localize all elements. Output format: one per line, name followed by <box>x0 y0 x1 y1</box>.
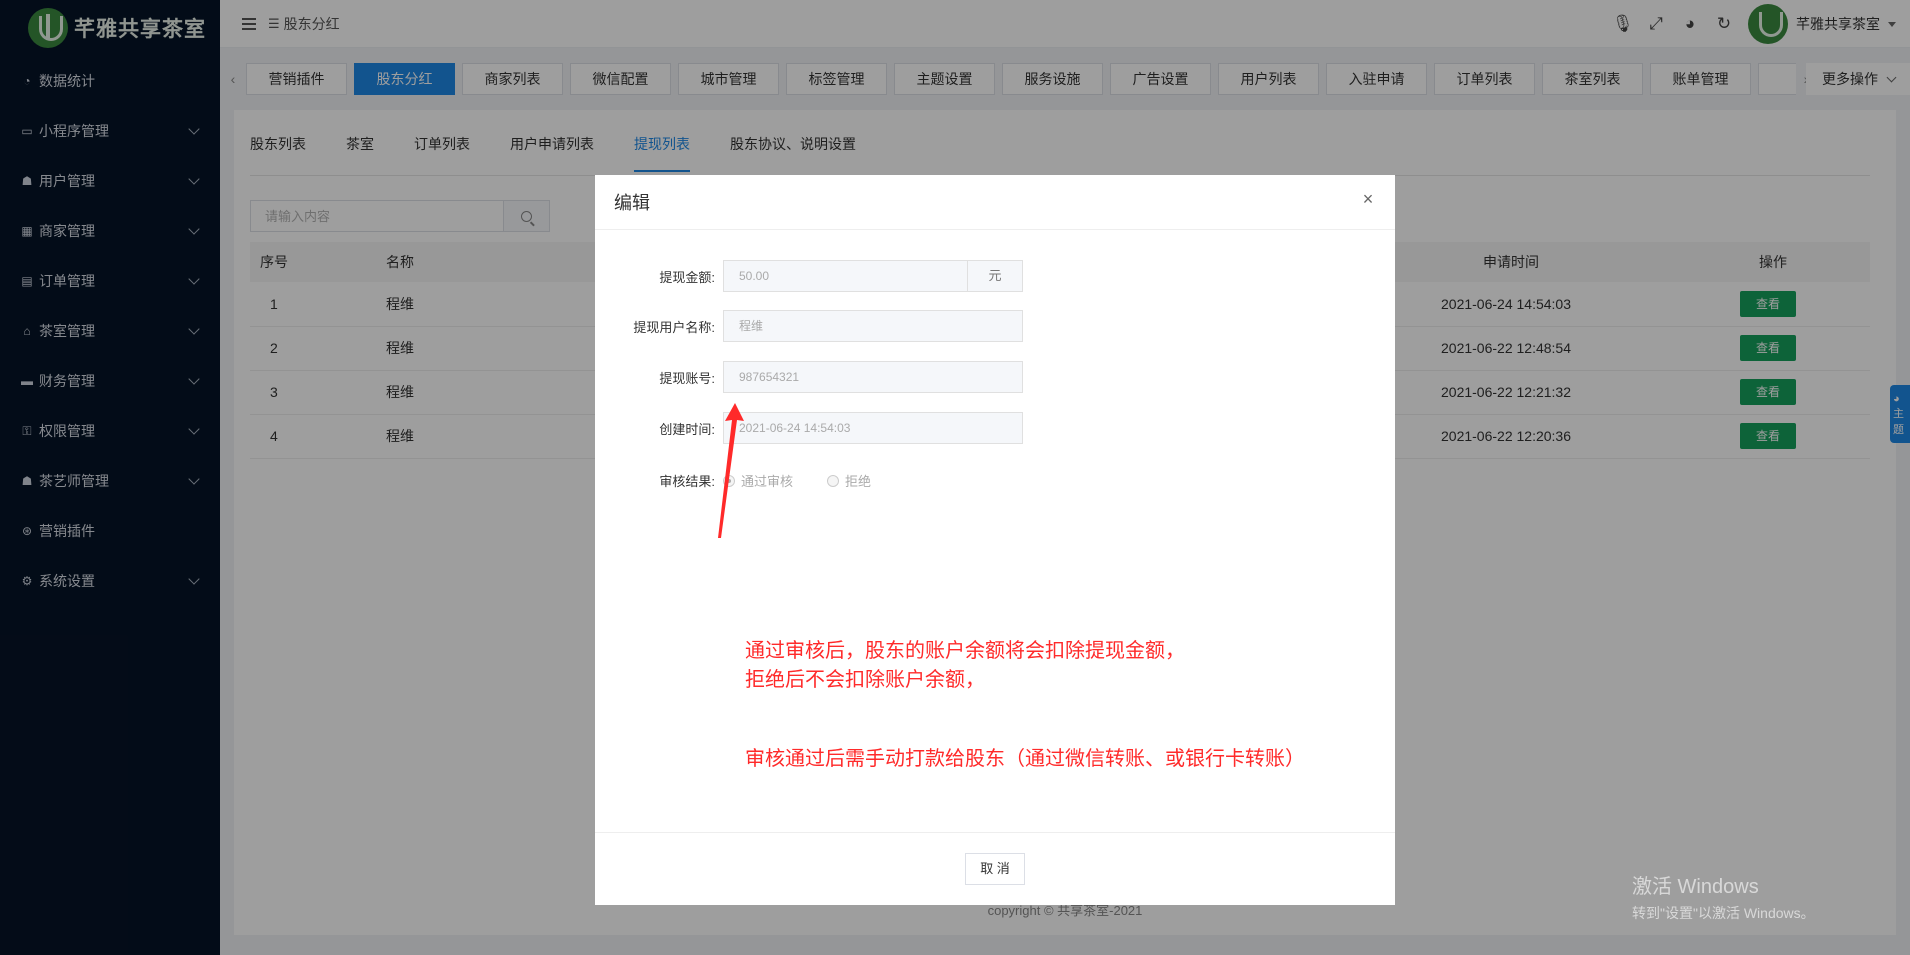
radio-reject-label[interactable]: 拒绝 <box>845 471 871 490</box>
modal-footer: 取 消 <box>595 832 1395 905</box>
annotation-line-2: 拒绝后不会扣除账户余额， <box>745 669 985 691</box>
radio-reject[interactable] <box>827 474 840 487</box>
username-row: 提现用户名称: 程维 <box>595 310 1023 342</box>
windows-watermark: 激活 Windows 转到"设置"以激活 Windows。 <box>1632 870 1815 923</box>
amount-input[interactable]: 50.00 <box>723 260 968 292</box>
edit-modal: 编辑 × 提现金额: 50.00 元 提现用户名称: 程维 提现账号: 9876… <box>595 175 1395 905</box>
annotation-arrow <box>718 403 744 538</box>
radio-approve-label[interactable]: 通过审核 <box>741 471 793 490</box>
cancel-button[interactable]: 取 消 <box>965 853 1025 885</box>
created-input[interactable]: 2021-06-24 14:54:03 <box>723 412 1023 444</box>
created-label: 创建时间: <box>659 421 715 437</box>
modal-header: 编辑 × <box>595 175 1395 230</box>
close-icon[interactable]: × <box>1359 190 1377 208</box>
created-row: 创建时间: 2021-06-24 14:54:03 <box>595 412 1023 444</box>
watermark-line-1: 激活 Windows <box>1632 876 1759 898</box>
account-row: 提现账号: 987654321 <box>595 361 1023 393</box>
result-radio-group: 通过审核 拒绝 <box>723 471 899 490</box>
result-row: 审核结果: 通过审核 拒绝 <box>595 471 899 490</box>
annotation-text-2: 审核通过后需手动打款给股东（通过微信转账、或银行卡转账） <box>745 748 1305 770</box>
annotation-text-1: 通过审核后，股东的账户余额将会扣除提现金额， 拒绝后不会扣除账户余额， <box>745 637 1185 695</box>
result-label: 审核结果: <box>659 474 715 489</box>
annotation-line-1: 通过审核后，股东的账户余额将会扣除提现金额， <box>745 640 1185 662</box>
amount-row: 提现金额: 50.00 元 <box>595 260 1023 292</box>
account-input[interactable]: 987654321 <box>723 361 1023 393</box>
username-label: 提现用户名称: <box>633 319 715 335</box>
modal-title: 编辑 <box>614 193 650 213</box>
watermark-line-2: 转到"设置"以激活 Windows。 <box>1632 905 1815 921</box>
amount-label: 提现金额: <box>659 269 715 285</box>
username-input[interactable]: 程维 <box>723 310 1023 342</box>
amount-suffix: 元 <box>968 260 1023 292</box>
account-label: 提现账号: <box>659 370 715 386</box>
